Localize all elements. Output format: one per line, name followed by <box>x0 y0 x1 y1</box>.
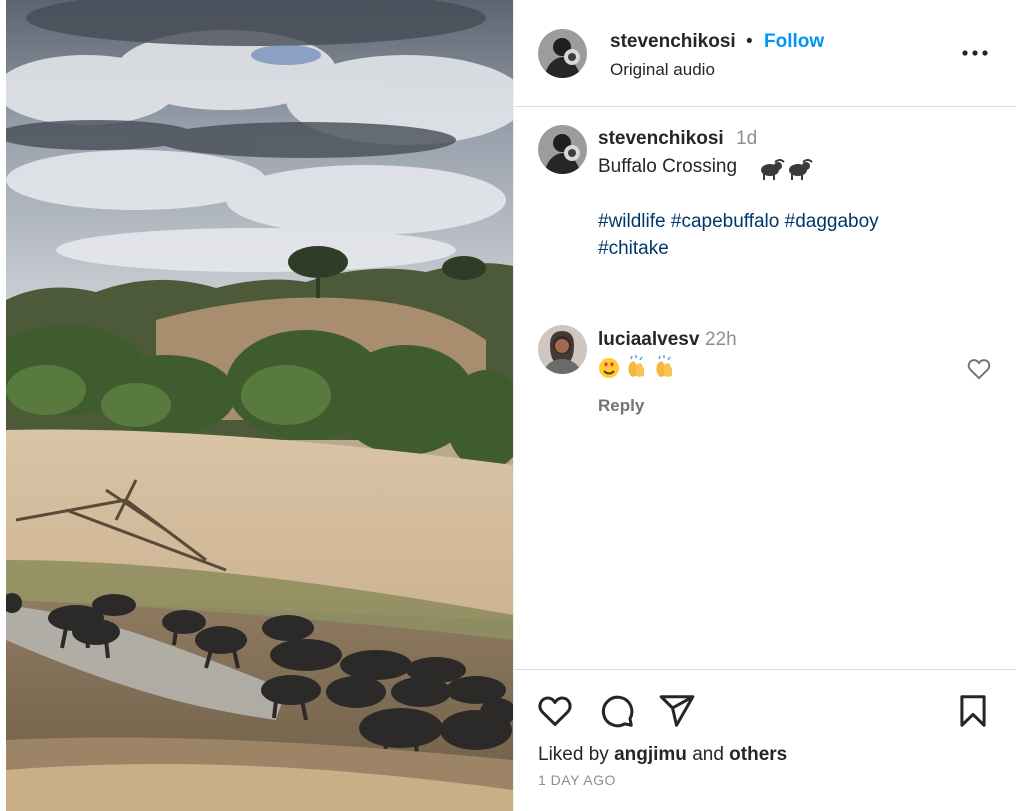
likes-prefix: Liked by <box>538 744 609 765</box>
caption-time[interactable]: 1d <box>736 128 757 150</box>
heart-outline-icon[interactable] <box>966 356 992 382</box>
post-timestamp[interactable]: 1 DAY AGO <box>538 772 616 788</box>
safari-buffalo-scene <box>6 0 513 811</box>
post-details-panel: stevenchikosi • Follow Original audio st… <box>513 0 1017 811</box>
comment-emojis <box>598 355 688 381</box>
liker-username[interactable]: angjimu <box>614 744 687 765</box>
author-avatar[interactable] <box>538 29 587 78</box>
bookmark-icon[interactable] <box>954 692 992 730</box>
likes-others-link[interactable]: others <box>729 744 787 765</box>
comment-time[interactable]: 22h <box>705 329 737 351</box>
more-horizontal-icon[interactable] <box>960 38 990 68</box>
heart-eyes-icon <box>599 358 619 378</box>
likes-summary: Liked by angjimu and others <box>538 744 787 766</box>
commenter-username[interactable]: luciaalvesv <box>598 329 699 351</box>
water-buffalo-icon <box>758 154 814 182</box>
window-edge <box>1016 0 1021 811</box>
follow-button[interactable]: Follow <box>764 31 824 53</box>
post-header: stevenchikosi • Follow Original audio <box>514 0 1017 107</box>
separator-dot: • <box>746 31 753 52</box>
caption-author-avatar[interactable] <box>538 125 587 174</box>
caption-text: Buffalo Crossing <box>598 156 738 177</box>
clapping-hands-icon <box>656 355 672 377</box>
heart-icon[interactable] <box>536 692 574 730</box>
hashtags: #wildlife #capebuffalo #daggaboy #chitak… <box>598 208 938 262</box>
clapping-hands-icon <box>628 355 644 377</box>
reply-button[interactable]: Reply <box>598 396 644 416</box>
commenter-avatar[interactable] <box>538 325 587 374</box>
hashtag-capebuffalo[interactable]: #capebuffalo <box>671 211 779 232</box>
send-icon[interactable] <box>658 692 696 730</box>
hashtag-daggaboy[interactable]: #daggaboy <box>785 211 879 232</box>
author-username[interactable]: stevenchikosi <box>610 31 736 53</box>
likes-conjunction: and <box>692 744 724 765</box>
hashtag-wildlife[interactable]: #wildlife <box>598 211 666 232</box>
comment-icon[interactable] <box>598 692 636 730</box>
action-bar: Liked by angjimu and others 1 DAY AGO <box>514 669 1017 811</box>
audio-label[interactable]: Original audio <box>610 60 715 80</box>
post-media[interactable] <box>6 0 513 811</box>
caption-username[interactable]: stevenchikosi <box>598 128 724 150</box>
hashtag-chitake[interactable]: #chitake <box>598 238 669 259</box>
